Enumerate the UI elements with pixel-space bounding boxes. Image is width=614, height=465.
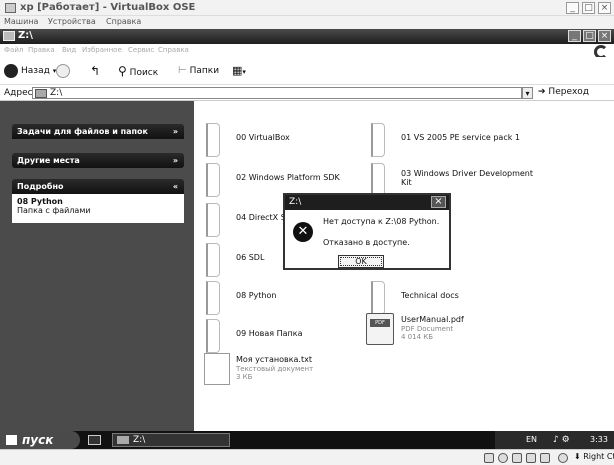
dialog-title: Z:\ [285,195,449,210]
dialog-detail: Отказано в доступе. [323,238,410,247]
explorer-menu-bar: Файл Правка Вид Избранное Сервис Справка [0,44,614,57]
windows-logo-icon [6,435,17,445]
vbox-title: xp [Работает] - VirtualBox OSE [20,2,196,13]
hdd-icon[interactable] [484,453,494,463]
views-button[interactable]: ▦▾ [232,63,246,79]
folder-icon [206,163,220,197]
up-folder-icon: ↰ [90,64,101,78]
folders-icon: ⊢ [178,65,187,76]
folders-button[interactable]: ⊢ Папки [178,63,219,79]
search-icon: ⚲ [118,64,127,78]
back-button[interactable]: Назад ▾ [4,63,56,79]
ok-button[interactable]: OK [338,255,384,268]
vbox-close-button[interactable]: × [598,2,611,14]
language-indicator[interactable]: EN [526,435,537,444]
error-icon: ✕ [293,222,313,242]
explorer-title-bar: Z:\ _ □ × [0,29,614,44]
host-key-indicator[interactable]: ⬇ Right Ctrl [574,452,614,461]
clock[interactable]: 3:33 [590,435,608,444]
volume-icon: ♪ [553,435,559,445]
file-item[interactable]: Моя установка.txt Текстовый документ 3 К… [204,353,394,393]
menu-favorites[interactable]: Избранное [82,46,122,54]
network-adapter-icon[interactable] [526,453,536,463]
text-file-icon [204,353,230,385]
network-icon: ⚙ [561,435,570,445]
expand-chevron-icon: » [172,156,178,165]
vbox-maximize-button[interactable]: □ [582,2,595,14]
folder-item[interactable]: 00 VirtualBox [206,123,396,163]
start-button[interactable]: пуск [0,431,80,449]
tray-icons[interactable]: ♪ ⚙ [553,435,570,445]
shared-folders-icon[interactable] [540,453,550,463]
drive-icon [3,31,15,41]
dialog-close-button[interactable]: × [431,196,446,208]
folder-icon [206,203,220,237]
arrow-down-icon: ⬇ [574,452,581,461]
details-panel-header[interactable]: Подробно « [12,179,184,194]
tasks-panel-header[interactable]: Задачи для файлов и папок» [12,124,184,139]
usb-icon[interactable] [512,453,522,463]
go-button[interactable]: ➔ Переход [538,87,589,97]
forward-button[interactable] [56,63,73,79]
task-pane: Задачи для файлов и папок» Другие места»… [0,101,194,431]
cd-icon[interactable] [498,453,508,463]
folder-icon [206,123,220,157]
folder-icon [206,319,220,353]
vbox-title-bar: xp [Работает] - VirtualBox OSE _ □ × [0,0,614,16]
pdf-file-icon: PDF [366,313,394,345]
explorer-minimize-button[interactable]: _ [568,30,581,42]
vbox-minimize-button[interactable]: _ [566,2,579,14]
dialog-message: Нет доступа к Z:\08 Python. [323,217,440,226]
details-name: 08 Python [17,197,63,206]
views-icon: ▦ [232,64,243,77]
folder-icon [206,281,220,315]
mouse-integration-icon[interactable] [558,453,568,463]
taskbar: пуск Z:\ EN ♪ ⚙ 3:33 [0,431,614,449]
forward-arrow-icon [56,63,70,78]
taskbar-task-explorer[interactable]: Z:\ [112,433,230,447]
address-input[interactable]: Z:\ [32,87,522,99]
vbox-menu-help[interactable]: Справка [106,17,141,26]
address-dropdown-button[interactable]: ▾ [522,87,533,99]
explorer-close-button[interactable]: × [598,30,611,42]
details-type: Папка с файлами [17,206,91,215]
go-arrow-icon: ➔ [538,87,546,97]
address-bar: Адрес: Z:\ ▾ ➔ Переход [0,86,614,101]
vbox-menu-machine[interactable]: Машина [4,17,38,26]
vbox-window-icon [5,3,16,13]
up-folder-button[interactable]: ↰ [90,63,100,79]
folder-icon [371,163,385,197]
close-icon: × [434,196,443,207]
address-value: Z:\ [50,88,63,98]
menu-view[interactable]: Вид [62,46,76,54]
explorer-maximize-button[interactable]: □ [583,30,596,42]
vbox-status-bar: ⬇ Right Ctrl [0,449,614,465]
file-item[interactable]: PDF UserManual.pdf PDF Document 4 014 КБ [366,313,556,351]
search-button[interactable]: ⚲ Поиск [118,63,158,79]
details-panel-body: 08 Python Папка с файлами [12,194,184,223]
menu-help[interactable]: Справка [158,46,189,54]
menu-tools[interactable]: Сервис [128,46,154,54]
folder-item[interactable]: 01 VS 2005 PE service pack 1 [371,123,561,163]
vbox-menu-devices[interactable]: Устройства [48,17,96,26]
drive-icon [117,436,129,444]
collapse-chevron-icon: « [172,182,178,191]
show-desktop-icon[interactable] [88,435,101,445]
menu-file[interactable]: Файл [4,46,23,54]
places-panel-header[interactable]: Другие места» [12,153,184,168]
menu-edit[interactable]: Правка [28,46,55,54]
explorer-toolbar: Назад ▾ ↰ ⚲ Поиск ⊢ Папки ▦▾ [0,57,614,85]
folder-icon [371,281,385,315]
back-arrow-icon [4,63,18,78]
explorer-title: Z:\ [18,30,33,41]
vbox-menu-bar: Машина Устройства Справка [0,16,614,29]
address-label: Адрес: [4,88,36,98]
error-dialog: Z:\ × ✕ Нет доступа к Z:\08 Python. Отка… [283,193,451,270]
expand-chevron-icon: » [172,127,178,136]
folder-icon [371,123,385,157]
folder-icon [206,243,220,277]
drive-icon [35,89,47,98]
